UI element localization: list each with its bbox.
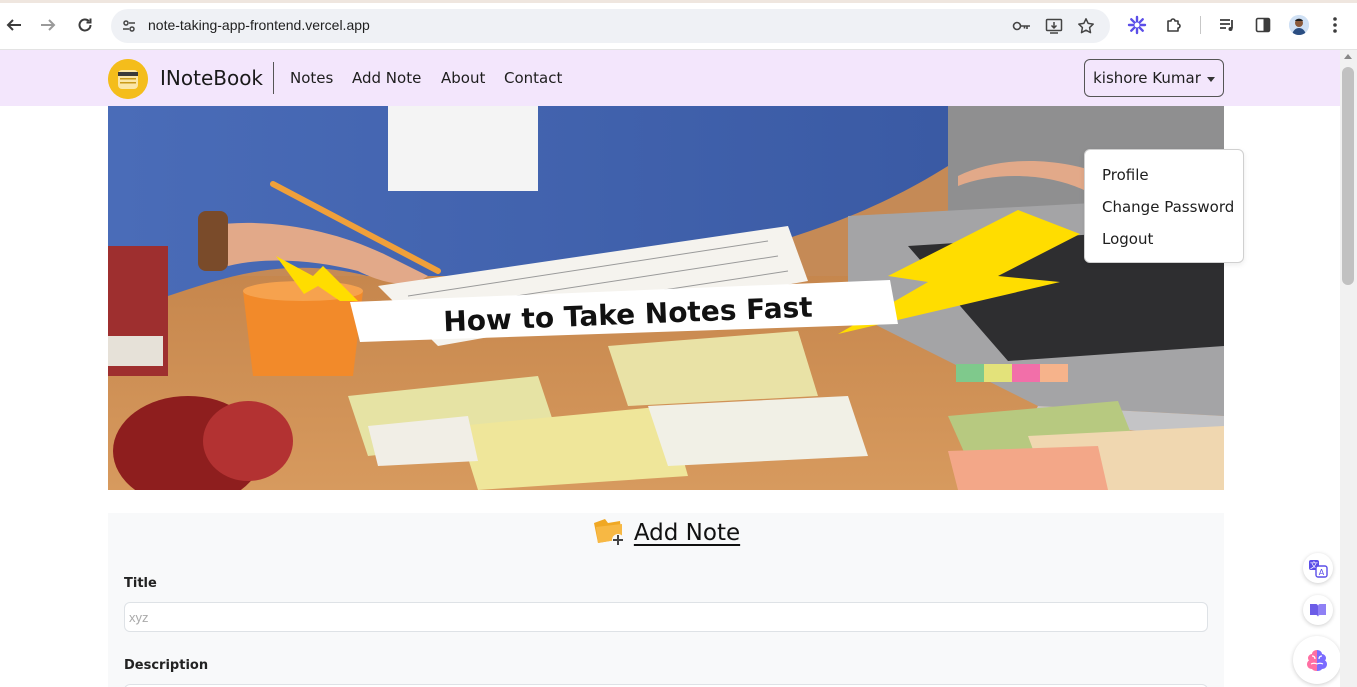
description-label: Description	[124, 658, 209, 673]
brand-name[interactable]: INoteBook	[160, 66, 263, 90]
profile-avatar[interactable]	[1289, 15, 1309, 35]
side-panel-icon[interactable]	[1252, 14, 1274, 36]
address-bar[interactable]: note-taking-app-frontend.vercel.app	[111, 9, 1110, 43]
url-text[interactable]: note-taking-app-frontend.vercel.app	[148, 17, 370, 33]
caret-down-icon	[1206, 76, 1215, 82]
scroll-up-arrow-icon[interactable]	[1344, 54, 1352, 59]
forward-icon[interactable]	[37, 14, 59, 36]
notebook-logo-icon[interactable]	[108, 59, 148, 99]
bookmark-star-icon[interactable]	[1076, 17, 1096, 35]
page-scrollbar[interactable]	[1340, 50, 1357, 687]
extensions-puzzle-icon[interactable]	[1163, 14, 1185, 36]
nav-link-add-note[interactable]: Add Note	[352, 69, 421, 87]
tab-strip	[0, 0, 1357, 3]
brand-divider	[273, 62, 274, 94]
scroll-thumb[interactable]	[1342, 67, 1354, 285]
reload-icon[interactable]	[74, 14, 96, 36]
user-dropdown-menu: Profile Change Password Logout	[1084, 149, 1244, 263]
hero-illustration: How to Take Notes Fast	[108, 106, 1224, 490]
add-note-folder-icon	[592, 515, 626, 551]
svg-text:A: A	[1319, 568, 1325, 577]
extension-sparkle-icon[interactable]	[1126, 14, 1148, 36]
user-dropdown-button[interactable]: kishore Kumar	[1084, 59, 1224, 97]
nav-link-about[interactable]: About	[441, 69, 485, 87]
title-label: Title	[124, 576, 157, 591]
title-input[interactable]	[124, 602, 1208, 632]
page-content: INoteBook Notes Add Note About Contact k…	[0, 50, 1340, 687]
dropdown-item-profile[interactable]: Profile	[1102, 166, 1149, 184]
nav-link-notes[interactable]: Notes	[290, 69, 333, 87]
toolbar-divider	[1200, 16, 1201, 34]
hero-banner: How to Take Notes Fast	[108, 106, 1224, 490]
nav-link-contact[interactable]: Contact	[504, 69, 562, 87]
user-name: kishore Kumar	[1093, 69, 1201, 87]
site-settings-icon[interactable]	[120, 17, 138, 35]
install-app-icon[interactable]	[1044, 17, 1064, 35]
add-note-form: Add Note Title Description	[108, 513, 1224, 687]
dropdown-item-change-password[interactable]: Change Password	[1102, 198, 1234, 216]
dropdown-item-logout[interactable]: Logout	[1102, 230, 1153, 248]
reader-book-icon[interactable]	[1303, 595, 1333, 625]
media-queue-icon[interactable]	[1216, 14, 1238, 36]
ai-brain-icon[interactable]	[1293, 636, 1340, 684]
browser-toolbar: note-taking-app-frontend.vercel.app	[0, 0, 1357, 50]
navbar: INoteBook Notes Add Note About Contact k…	[0, 50, 1340, 106]
translate-icon[interactable]: 文A	[1303, 553, 1333, 583]
password-key-icon[interactable]	[1012, 17, 1032, 35]
back-icon[interactable]	[3, 14, 25, 36]
add-note-heading: Add Note	[633, 520, 741, 546]
add-note-heading-row: Add Note	[108, 515, 1224, 551]
more-menu-icon[interactable]	[1324, 14, 1346, 36]
